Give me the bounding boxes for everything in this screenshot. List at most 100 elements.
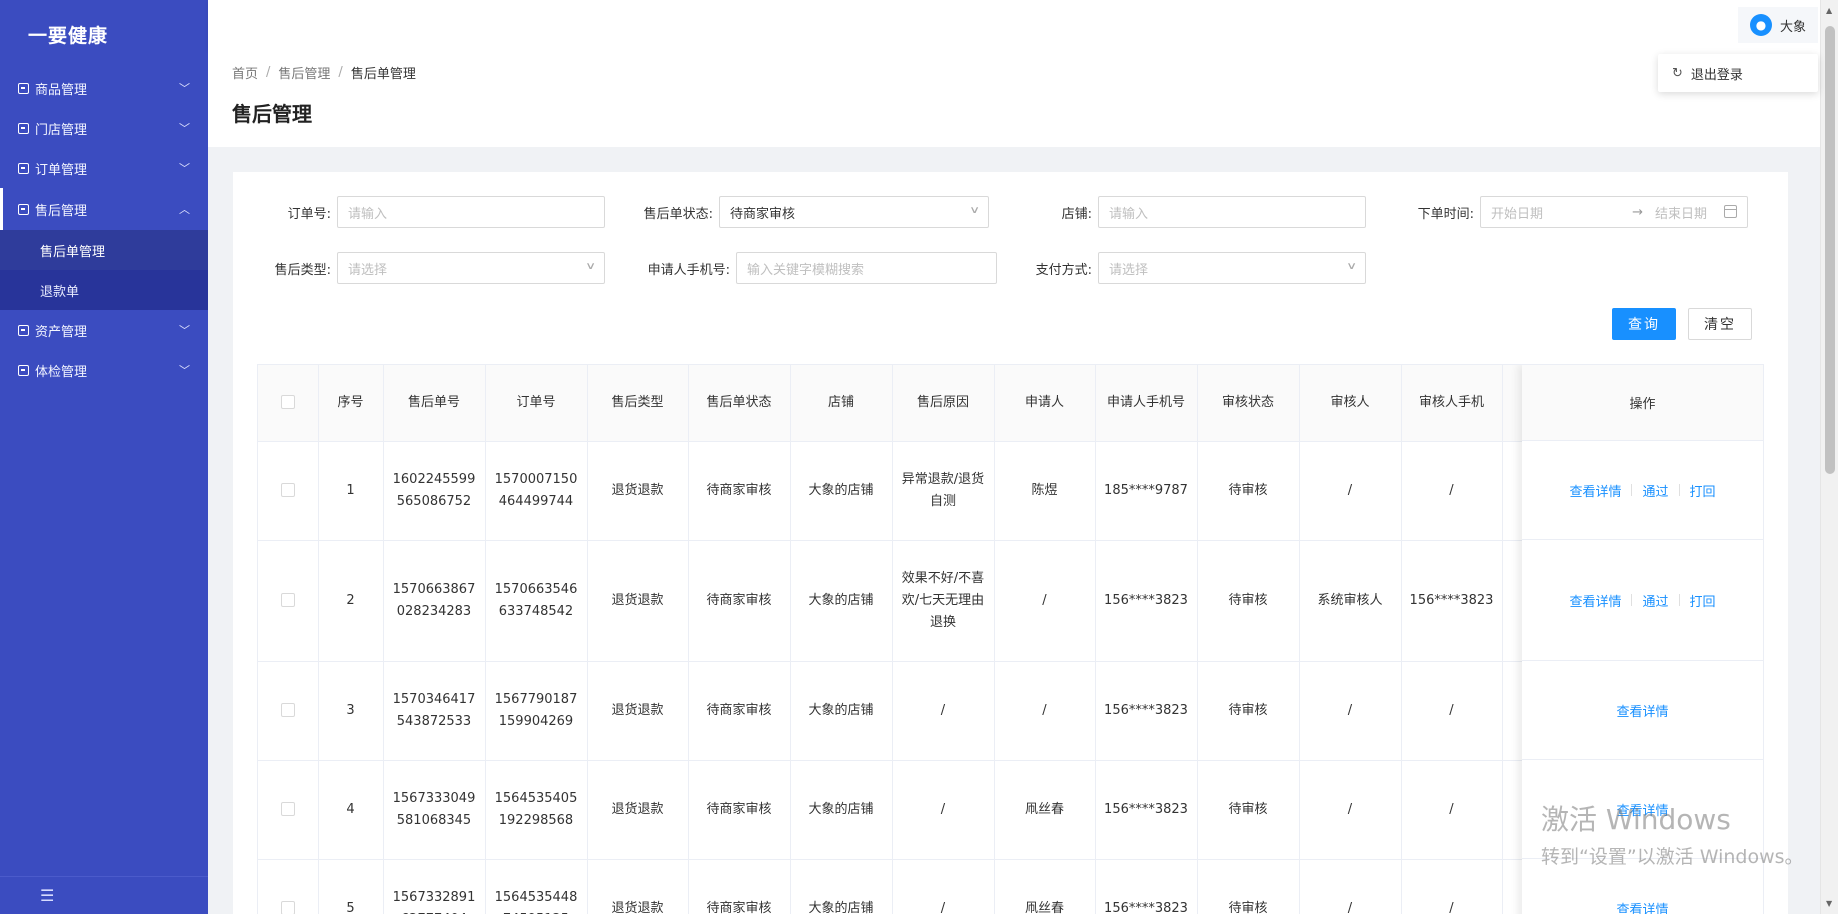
table-header-row: 序号 售后单号 订单号 售后类型 售后单状态 店铺 售后原因 申请人 申请人手机… <box>258 365 1605 442</box>
chevron-down-icon: ﹀ <box>179 82 190 95</box>
logout-menu-item[interactable]: ↻ 退出登录 <box>1658 54 1818 92</box>
aftersale-table: 序号 售后单号 订单号 售后类型 售后单状态 店铺 售后原因 申请人 申请人手机… <box>257 364 1764 914</box>
menu-item-assets[interactable]: 资产管理 ﹀ <box>0 310 208 350</box>
cell-aftersale-no: 1567333049581068345 <box>383 760 486 860</box>
row-checkbox[interactable] <box>280 901 295 914</box>
cell-phone: 156****3823 <box>1095 760 1198 860</box>
shop-input[interactable]: 请输入 <box>1098 196 1366 228</box>
cell-reason: / <box>892 760 995 860</box>
windows-activation-watermark: 激活 Windows 转到“设置”以激活 Windows。 <box>1541 798 1804 869</box>
menu-item-aftersale[interactable]: 售后管理 ︿ <box>0 188 208 230</box>
menu-label: 资产管理 <box>35 324 88 340</box>
start-date: 开始日期 <box>1491 206 1544 222</box>
goods-icon <box>18 82 29 94</box>
cell-type: 退货退款 <box>587 441 689 541</box>
cell-auditor: / <box>1299 859 1402 914</box>
approve-link[interactable]: 通过 <box>1642 481 1668 500</box>
menu-label: 订单管理 <box>35 162 88 178</box>
view-detail-link[interactable]: 查看详情 <box>1569 591 1621 610</box>
cell-reason: 异常退款/退货自测 <box>892 441 995 541</box>
cell-applicant: / <box>994 540 1096 662</box>
sidebar: 一要健康 商品管理 ﹀ 门店管理 ﹀ 订单管理 ﹀ 售后管理 ︿ 售后单管理 退… <box>0 0 208 914</box>
order-no-input[interactable]: 请输入 <box>337 196 605 228</box>
filter-label: 下单时间: <box>1417 206 1474 222</box>
cell-no: 2 <box>318 540 384 662</box>
view-detail-link[interactable]: 查看详情 <box>1616 701 1668 720</box>
phone-input[interactable]: 输入关键字模糊搜索 <box>736 252 997 284</box>
cell-auditor-phone: / <box>1401 859 1503 914</box>
approve-link[interactable]: 通过 <box>1642 591 1668 610</box>
divider <box>1631 484 1633 496</box>
reject-link[interactable]: 打回 <box>1690 481 1716 500</box>
chevron-down-icon: ﹀ <box>179 364 190 377</box>
chevron-down-icon: ∨ <box>584 261 596 272</box>
reject-link[interactable]: 打回 <box>1690 591 1716 610</box>
filter-label: 店铺: <box>1061 206 1092 222</box>
cell-status: 待商家审核 <box>688 661 791 761</box>
column-header: 售后原因 <box>892 365 995 442</box>
scroll-down-icon[interactable]: ▼ <box>1826 899 1832 908</box>
clear-button[interactable]: 清空 <box>1688 308 1752 340</box>
menu-item-checkup[interactable]: 体检管理 ﹀ <box>0 350 208 390</box>
row-checkbox[interactable] <box>280 703 295 717</box>
cell-phone: 156****3823 <box>1095 859 1198 914</box>
cell-order-no: 156453544874595125 <box>485 859 588 914</box>
cell-auditor-phone: 156****3823 <box>1401 540 1503 662</box>
row-checkbox[interactable] <box>280 483 295 497</box>
cell-audit-status: 待审核 <box>1197 540 1300 662</box>
row-checkbox[interactable] <box>280 593 295 607</box>
cell-no: 1 <box>318 441 384 541</box>
column-header: 售后单号 <box>383 365 486 442</box>
submenu-item-refunds[interactable]: 退款单 <box>0 270 208 310</box>
menu-label: 商品管理 <box>35 82 88 98</box>
submenu-item-aftersale-orders[interactable]: 售后单管理 <box>0 230 208 270</box>
column-header: 审核人手机 <box>1401 365 1503 442</box>
pay-select[interactable]: 请选择 ∨ <box>1098 252 1366 284</box>
menu-item-goods[interactable]: 商品管理 ﹀ <box>0 68 208 108</box>
end-date: 结束日期 <box>1654 206 1707 222</box>
view-detail-link[interactable]: 查看详情 <box>1616 899 1668 914</box>
order-time-range-picker[interactable]: 开始日期 → 结束日期 <box>1480 196 1748 228</box>
type-select[interactable]: 请选择 ∨ <box>337 252 605 284</box>
user-menu[interactable]: ● 大象 <box>1737 7 1818 43</box>
cell-reason: 效果不好/不喜欢/七天无理由退换 <box>892 540 995 662</box>
range-arrow-icon: → <box>1632 204 1643 220</box>
select-all-checkbox[interactable] <box>280 395 295 410</box>
filter-order-no: 订单号: 请输入 <box>233 196 605 228</box>
scroll-up-icon[interactable]: ▲ <box>1826 6 1832 15</box>
cell-applicant: 凧丝春 <box>994 859 1096 914</box>
scroll-thumb[interactable] <box>1825 26 1835 474</box>
table-row: 2 1570663867028234283 157066354663374854… <box>258 540 1605 662</box>
menu-item-stores[interactable]: 门店管理 ﹀ <box>0 108 208 148</box>
breadcrumb-section[interactable]: 售后管理 <box>278 63 330 82</box>
breadcrumb-home[interactable]: 首页 <box>232 63 258 82</box>
brand-title: 一要健康 <box>28 24 109 47</box>
cell-auditor: / <box>1299 441 1402 541</box>
cell-shop: 大象的店铺 <box>790 760 893 860</box>
menu-item-orders[interactable]: 订单管理 ﹀ <box>0 148 208 188</box>
asset-icon <box>18 324 29 336</box>
vertical-scrollbar[interactable]: ▲ ▼ <box>1820 0 1838 914</box>
chevron-down-icon: ∨ <box>1345 261 1357 272</box>
row-checkbox[interactable] <box>280 802 295 816</box>
cell-applicant: 陈煜 <box>994 441 1096 541</box>
username: 大象 <box>1779 19 1806 35</box>
collapse-menu-button[interactable]: ☰ <box>0 876 208 914</box>
breadcrumb-current: 售后单管理 <box>350 67 416 82</box>
cell-order-no: 1570007150464499744 <box>485 441 588 541</box>
cell-auditor-phone: / <box>1401 760 1503 860</box>
cell-phone: 156****3823 <box>1095 661 1198 761</box>
status-select[interactable]: 待商家审核 ∨ <box>719 196 989 228</box>
cell-audit-status: 待审核 <box>1197 441 1300 541</box>
cell-no: 5 <box>318 859 384 914</box>
view-detail-link[interactable]: 查看详情 <box>1569 481 1621 500</box>
cell-no: 3 <box>318 661 384 761</box>
cell-aftersale-no: 1570663867028234283 <box>383 540 486 662</box>
table-row: 5 156733289162777404 156453544874595125 … <box>258 859 1605 914</box>
filter-label: 申请人手机号: <box>647 262 730 278</box>
collapse-icon: ☰ <box>40 886 55 905</box>
user-avatar-icon: ● <box>1749 14 1772 36</box>
row-actions: 查看详情 <box>1522 661 1763 760</box>
column-header: 订单号 <box>485 365 588 442</box>
query-button[interactable]: 查询 <box>1612 308 1676 340</box>
